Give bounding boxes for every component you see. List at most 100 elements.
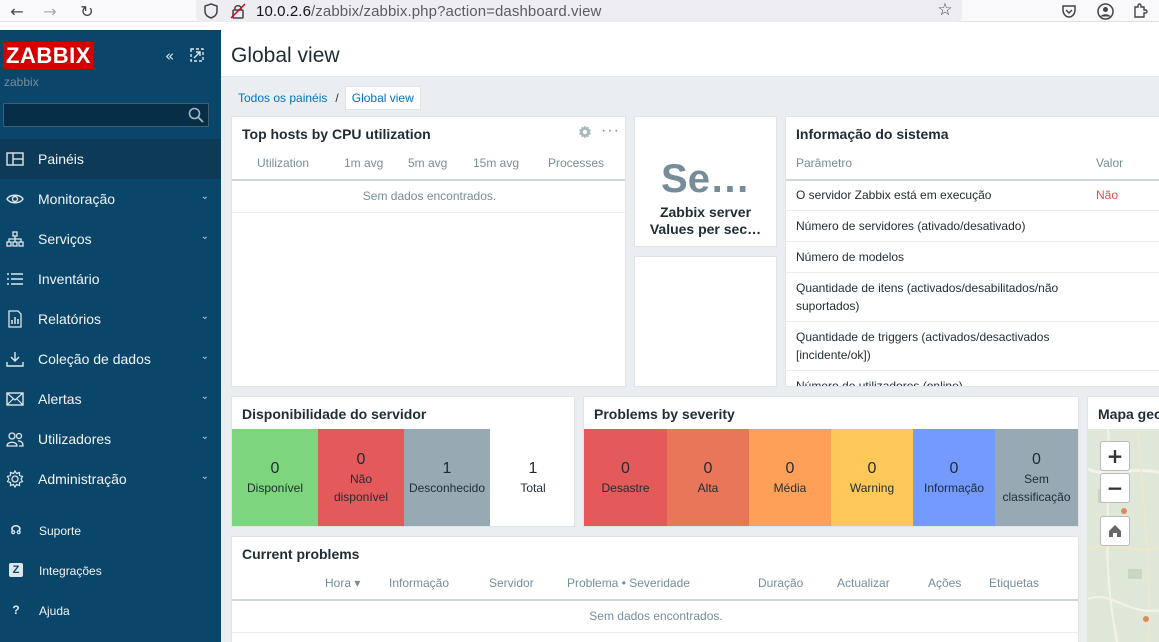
menu-item-services[interactable]: Serviços ⌄ xyxy=(0,219,221,259)
system-info-widget: Informação do sistema Parâmetro Valor O … xyxy=(785,116,1159,387)
chevron-down-icon: ⌄ xyxy=(200,311,209,322)
pocket-icon[interactable] xyxy=(1061,3,1077,19)
tile-count: 1 xyxy=(442,460,452,477)
gear-icon[interactable] xyxy=(578,125,592,139)
current-problems-widget: Current problems Hora ▾ Informação Servi… xyxy=(231,536,1079,642)
severity-warning-tile[interactable]: 0 Warning xyxy=(831,429,913,526)
item-host-name: Zabbix server xyxy=(659,204,752,220)
menu-item-dashboards[interactable]: Painéis xyxy=(0,139,221,179)
tile-label: Alta xyxy=(697,481,719,495)
collapse-sidebar-icon[interactable]: « xyxy=(165,47,174,65)
menu-item-users[interactable]: Utilizadores ⌄ xyxy=(0,419,221,459)
item-value-widget: Se… Zabbix server Values per sec… xyxy=(634,116,777,247)
table-row: Número de modelos xyxy=(796,250,905,264)
row-divider xyxy=(786,210,1159,211)
tile-count: 0 xyxy=(949,460,959,477)
menu-item-administration[interactable]: Administração ⌄ xyxy=(0,459,221,499)
users-icon xyxy=(6,432,24,447)
severity-high-tile[interactable]: 0 Alta xyxy=(667,429,749,526)
menu-item-inventory[interactable]: Inventário xyxy=(0,259,221,299)
host-availability-widget: Disponibilidade do servidor 0 Disponível… xyxy=(231,396,575,527)
tile-label-line2: classificação xyxy=(1002,490,1071,504)
column-header: Informação xyxy=(389,576,450,590)
geomap-widget: Mapa geo + − xyxy=(1087,396,1159,642)
breadcrumb-all-dashboards-link[interactable]: Todos os painéis xyxy=(231,91,334,105)
breadcrumb: Todos os painéis / Global view xyxy=(231,86,421,110)
url-text: 10.0.2.6/zabbix/zabbix.php?action=dashbo… xyxy=(256,3,601,20)
available-tile[interactable]: 0 Disponível xyxy=(232,429,318,526)
breadcrumb-separator: / xyxy=(335,91,339,105)
menu-item-integrations[interactable]: Z Integrações xyxy=(0,550,221,590)
row-divider xyxy=(786,179,1159,181)
column-header: Etiquetas xyxy=(989,576,1040,590)
home-icon xyxy=(1109,525,1121,537)
menu-item-support[interactable]: ☊ Suporte xyxy=(0,510,221,550)
insecure-lock-icon xyxy=(230,3,246,19)
tile-label: Média xyxy=(773,481,807,495)
more-options-icon[interactable]: ··· xyxy=(601,122,620,140)
sidebar: ZABBIX zabbix « Painéis Monitoração ⌄ Se… xyxy=(0,30,221,642)
tile-label: Disponível xyxy=(246,481,304,495)
download-icon xyxy=(6,352,24,367)
widget-title: Problems by severity xyxy=(594,406,735,422)
widget-title: Mapa geo xyxy=(1098,406,1159,422)
menu-label: Suporte xyxy=(39,524,82,538)
home-button[interactable] xyxy=(1100,516,1130,546)
menu-item-monitoring[interactable]: Monitoração ⌄ xyxy=(0,179,221,219)
tile-label: Desastre xyxy=(601,481,650,495)
tile-count: 0 xyxy=(703,460,713,477)
menu-item-reports[interactable]: Relatórios ⌄ xyxy=(0,299,221,339)
reload-icon[interactable]: ↻ xyxy=(78,2,96,21)
server-name: zabbix xyxy=(4,75,39,89)
unknown-tile[interactable]: 1 Desconhecido xyxy=(404,429,490,526)
column-header: Duração xyxy=(758,576,804,590)
kiosk-mode-icon[interactable] xyxy=(190,48,204,62)
table-row: Quantidade de itens (activados/desabilit… xyxy=(796,281,1059,295)
help-icon: ? xyxy=(12,603,20,617)
menu-item-alerts[interactable]: Alertas ⌄ xyxy=(0,379,221,419)
tile-label: Warning xyxy=(849,481,895,495)
severity-disaster-tile[interactable]: 0 Desastre xyxy=(584,429,667,526)
breadcrumb-current[interactable]: Global view xyxy=(344,86,421,110)
bookmark-star-icon[interactable]: ☆ xyxy=(936,0,954,20)
tile-count: 0 xyxy=(270,460,280,477)
table-row-continuation: suportados) xyxy=(796,299,860,313)
sidebar-search-input[interactable] xyxy=(3,103,209,127)
tile-label: Total xyxy=(520,481,546,495)
severity-not-classified-tile[interactable]: 0 Sem classificação xyxy=(995,429,1078,526)
gear-icon xyxy=(6,470,24,488)
shield-icon xyxy=(204,3,218,19)
zabbix-logo[interactable]: ZABBIX xyxy=(3,42,94,69)
item-value: Se… xyxy=(661,157,750,201)
dashboard-icon xyxy=(6,152,24,166)
zoom-out-button[interactable]: − xyxy=(1100,473,1130,503)
column-header: Utilization xyxy=(257,156,310,170)
zoom-in-button[interactable]: + xyxy=(1100,441,1130,471)
table-row: Número de utilizadores (online) xyxy=(796,379,963,387)
menu-label: Administração xyxy=(38,471,127,487)
list-icon xyxy=(7,273,23,285)
search-icon[interactable] xyxy=(188,107,204,123)
address-bar[interactable]: 10.0.2.6/zabbix/zabbix.php?action=dashbo… xyxy=(196,0,962,22)
account-icon[interactable] xyxy=(1097,3,1114,20)
unavailable-tile[interactable]: 0 Não disponível xyxy=(318,429,404,526)
chevron-down-icon: ⌄ xyxy=(200,191,209,202)
extensions-icon[interactable] xyxy=(1132,3,1148,19)
tile-count: 0 xyxy=(621,460,630,477)
severity-average-tile[interactable]: 0 Média xyxy=(749,429,831,526)
services-icon xyxy=(6,231,24,247)
forward-icon[interactable]: → xyxy=(42,2,58,21)
status-value: Não xyxy=(1096,188,1119,202)
chevron-down-icon: ⌄ xyxy=(200,431,209,442)
page-header: Global view xyxy=(221,30,1159,77)
menu-item-help[interactable]: ? Ajuda xyxy=(0,590,221,630)
back-icon[interactable]: ← xyxy=(9,2,25,21)
column-header-time[interactable]: Hora ▾ xyxy=(325,576,360,590)
menu-item-data-collection[interactable]: Coleção de dados ⌄ xyxy=(0,339,221,379)
menu-label: Painéis xyxy=(38,151,84,167)
menu-label: Integrações xyxy=(39,564,102,578)
menu-label: Alertas xyxy=(38,391,82,407)
table-row: Quantidade de triggers (activados/desact… xyxy=(796,330,1050,344)
menu-label: Coleção de dados xyxy=(38,351,151,367)
severity-information-tile[interactable]: 0 Informação xyxy=(913,429,995,526)
